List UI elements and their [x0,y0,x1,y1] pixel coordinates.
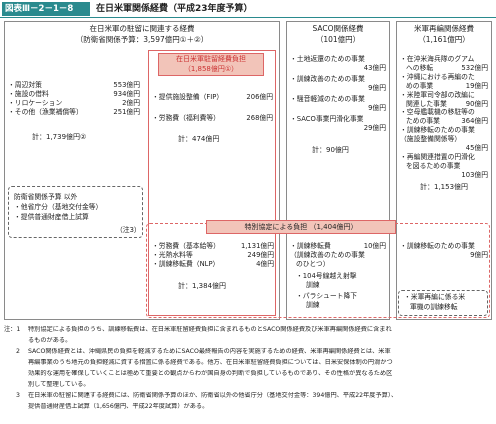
figure-title: 在日米軍関係経費（平成23年度予算） [96,4,253,14]
saco-item-value: 43億円 [363,64,386,72]
host-nation-header-2: （1,858億円①） [183,65,239,73]
realignment-item-label: を図るための事業 [406,161,461,170]
note-text: 特別協定による負担のうち、訓練移転費は、在日米軍駐留経費負担に含まれるものとSA… [28,326,392,333]
saco-item-label: ・土地返還のための事業 [290,55,365,63]
saco-item-label: ・騒音軽減のための事業 [290,95,365,103]
realignment-item-value: 532億円 [461,63,488,72]
saco-special-value: 10億円 [363,242,386,250]
saco-item-value: 9億円 [368,84,386,92]
special-total: 計：1,384億円 [178,282,227,290]
saco-special-line: のひとつ） [296,260,330,268]
other-ministries-note: （注3） [116,226,141,234]
realignment-item-label: ・米陸軍司令部の改編に [400,90,475,99]
realignment-header-2: （1,161億円） [418,35,470,44]
left-item-value: 251億円 [113,108,140,116]
realign-extra-line: ・米軍再編に係る米 [404,293,466,301]
saco-item-value: 9億円 [368,104,386,112]
saco-item-value: 29億円 [363,124,386,132]
note-text: るものがある。 [28,337,72,344]
other-ministries-line: 防衛省関係予算 以外 [14,193,78,201]
saco-item-label: ・訓練改善のための事業 [290,75,365,83]
saco-header-2: （101億円） [315,35,361,44]
saco-special-line: ・訓練移転費 [290,242,331,250]
note-text: 別して整理している。 [28,381,90,388]
special-item-value: 4億円 [256,260,274,268]
host-nation-total: 計：474億円 [178,135,220,143]
title-rule [0,17,496,18]
left-item-label: ・その他（漁業補償等） [8,108,83,116]
saco-special-line: ・パラシュート降下 [296,292,358,300]
figure-tag: 図表Ⅲ－2－1－8 [2,2,90,16]
other-ministries-line: ・提供普通財産借上試算 [14,213,89,221]
left-item-value: 553億円 [113,81,140,89]
special-item-label: ・光熱水料等 [152,251,193,259]
realign-special-value: 9億円 [470,251,488,259]
stationing-header-2: （防衛省関係予算：3,597億円①＋②） [75,35,209,44]
special-item-value: 1,131億円 [240,242,274,250]
left-item-value: 2億円 [122,99,140,107]
realignment-item-label: （施設整備関係等） [400,135,462,144]
saco-special-line: 訓練 [306,301,320,309]
note-number: 2 [16,348,20,355]
realignment-header-1: 米軍再編関係経費 [414,24,474,33]
note-text: 効果的な運用を確保していくことは極めて重要との観点からわが国自身の判断で負担して… [28,370,393,377]
realignment-item-value: 364億円 [461,117,488,126]
realign-extra-line: 軍機の訓練移転 [410,303,458,311]
stationing-header-1: 在日米軍の駐留に関連する経費 [89,24,195,33]
realignment-item-label: ・在沖米海兵隊のグアム [400,55,475,63]
saco-item-label: ・SACO事業円滑化事業 [290,115,364,123]
realign-special-line: ・訓練移転のための事業 [400,242,475,250]
host-nation-item-value: 268億円 [246,114,273,122]
realignment-item-value: 45億円 [465,144,488,152]
left-item-value: 934億円 [113,90,140,98]
realignment-item-label: ・沖縄における再編のた [400,72,475,81]
note-text: 提供普通財産借上試算（1,656億円、平成22年度試算）がある。 [28,403,209,410]
realignment-item-label: ための事業 [406,117,440,126]
left-total: 計：1,739億円② [32,133,87,141]
realignment-total: 計：1,153億円 [420,183,469,191]
realignment-item-label: ・再編関連措置の円滑化 [400,152,475,161]
note-text: SACO関係経費とは、沖縄県民の負担を軽減するためにSACO最終報告の内容を実施… [28,348,391,355]
special-item-label: ・訓練移転費（NLP） [152,260,220,268]
other-ministries-line: ・他省庁分（基地交付金等） [14,203,103,211]
realignment-item-label: めの事業 [406,81,434,90]
saco-header-1: SACO関係経費 [312,24,364,33]
host-nation-item-label: ・提供施設整備（FIP） [152,93,224,101]
host-nation-header-1: 在日米軍駐留経費負担 [176,55,246,63]
special-agreement-header: 特別協定による負担 （1,404億円） [244,223,358,231]
special-item-label: ・労務費（基本給等） [152,242,220,250]
left-item-label: ・周辺対策 [8,81,42,89]
note-text: 再編事業のうち地元の負担軽減に資する措置に係る経費である。他方、在日米軍駐留経費… [28,359,393,366]
special-item-value: 249億円 [247,251,274,259]
saco-total: 計：90億円 [312,146,349,154]
realignment-item-value: 19億円 [465,81,488,90]
saco-special-line: （訓練改善のための事業 [290,251,365,259]
saco-special-line: 訓練 [306,281,320,289]
host-nation-item-label: ・労務費（福利費等） [152,114,220,122]
realignment-item-value: 103億円 [461,170,488,179]
left-item-label: ・施設の借料 [8,90,49,98]
saco-special-line: ・104号線越え射撃 [296,272,357,280]
note-number: 注：1 [4,326,21,333]
realignment-item-label: ・訓練移転のための事業 [400,126,475,135]
note-number: 3 [16,392,20,399]
realignment-item-label: への移転 [406,63,434,72]
left-item-label: ・リロケーション [8,99,63,107]
note-text: 在日米軍の駐留に関連する経費には、防衛省関係予算のほか、防衛省以外の他省庁分（基… [28,392,398,399]
host-nation-item-value: 206億円 [246,93,273,101]
